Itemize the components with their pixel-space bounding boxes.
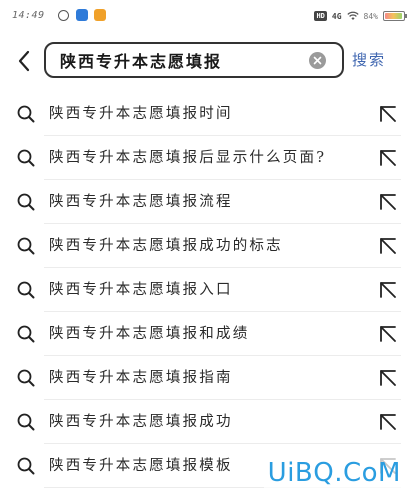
battery-fill <box>385 13 402 19</box>
status-indicators: HD 4G 84% <box>314 9 407 23</box>
suggestion-list: 陕西专升本志愿填报时间 陕西专升本志愿填报后显示什么页面? 陕西专升本志愿填报流程陕… <box>0 92 415 488</box>
hd-icon: HD <box>314 11 327 21</box>
suggestion-item[interactable]: 陕西专升本志愿填报入口 <box>0 268 415 312</box>
suggestion-item[interactable]: 陕西专升本志愿填报时间 <box>0 92 415 136</box>
search-input[interactable] <box>60 49 300 71</box>
notification-app-icon <box>94 9 106 21</box>
suggestion-label: 陕西专升本志愿填报和成绩 <box>49 326 250 342</box>
search-icon <box>17 193 35 211</box>
search-icon <box>17 281 35 299</box>
suggestion-item[interactable]: 陕西专升本志愿填报指南 <box>0 356 415 400</box>
arrow-up-left-icon[interactable] <box>379 149 397 167</box>
search-icon <box>17 413 35 431</box>
arrow-up-left-icon[interactable] <box>379 369 397 387</box>
suggestion-item[interactable]: 陕西专升本志愿填报成功的标志 <box>0 224 415 268</box>
search-icon <box>17 149 35 167</box>
search-box[interactable] <box>44 42 344 78</box>
clear-button[interactable] <box>309 52 326 69</box>
suggestion-label: 陕西专升本志愿填报后显示什么页面? <box>49 150 327 166</box>
suggestion-label: 陕西专升本志愿填报入口 <box>49 282 233 298</box>
search-icon <box>17 369 35 387</box>
arrow-up-left-icon[interactable] <box>379 193 397 211</box>
suggestion-label: 陕西专升本志愿填报时间 <box>49 106 233 122</box>
search-icon <box>17 105 35 123</box>
suggestion-item[interactable]: 陕西专升本志愿填报后显示什么页面? <box>0 136 415 180</box>
arrow-up-left-icon[interactable] <box>379 281 397 299</box>
search-icon <box>17 237 35 255</box>
chevron-left-icon <box>18 50 30 72</box>
battery-percent: 84% <box>363 11 378 21</box>
battery-icon <box>383 11 407 21</box>
status-bar: 14:49 HD 4G 84% <box>0 0 415 36</box>
watermark: UiBQ.CoM <box>263 458 405 488</box>
suggestion-item[interactable]: 陕西专升本志愿填报和成绩 <box>0 312 415 356</box>
status-time: 14:49 <box>12 10 45 21</box>
arrow-up-left-icon[interactable] <box>379 413 397 431</box>
suggestion-item[interactable]: 陕西专升本志愿填报成功 <box>0 400 415 444</box>
suggestion-label: 陕西专升本志愿填报指南 <box>49 370 233 386</box>
back-button[interactable] <box>12 48 36 74</box>
suggestion-label: 陕西专升本志愿填报成功的标志 <box>49 238 283 254</box>
search-icon <box>17 457 35 475</box>
clear-icon <box>313 56 322 65</box>
arrow-up-left-icon[interactable] <box>379 105 397 123</box>
notification-app-icon <box>76 9 88 21</box>
search-button[interactable]: 搜索 <box>352 48 402 72</box>
search-icon <box>17 325 35 343</box>
suggestion-item[interactable]: 陕西专升本志愿填报流程 <box>0 180 415 224</box>
suggestion-label: 陕西专升本志愿填报流程 <box>49 194 233 210</box>
notification-app-icon <box>58 10 69 21</box>
suggestion-label: 陕西专升本志愿填报模板 <box>49 458 233 474</box>
arrow-up-left-icon[interactable] <box>379 325 397 343</box>
arrow-up-left-icon[interactable] <box>379 237 397 255</box>
network-icon: 4G <box>331 11 342 21</box>
wifi-icon <box>346 11 359 20</box>
suggestion-label: 陕西专升本志愿填报成功 <box>49 414 233 430</box>
